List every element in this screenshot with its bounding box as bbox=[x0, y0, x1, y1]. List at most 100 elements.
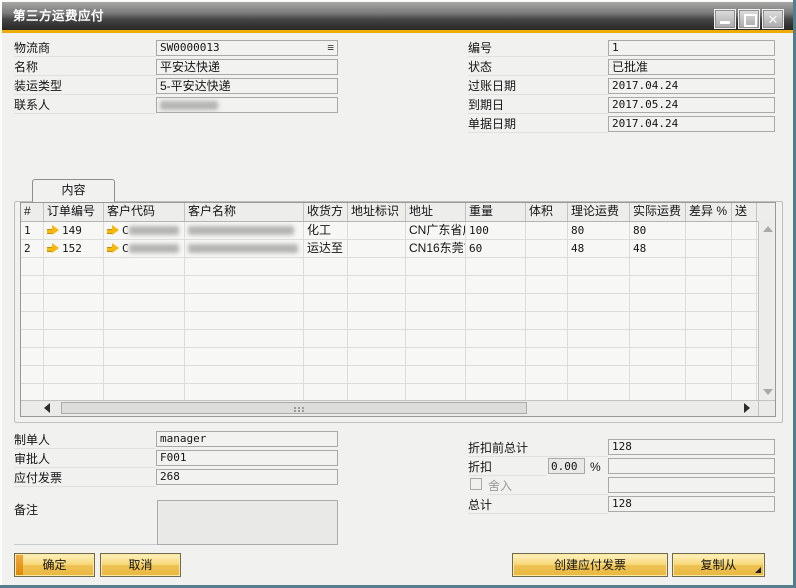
table-cell[interactable] bbox=[185, 348, 304, 365]
maximize-button[interactable] bbox=[738, 9, 760, 29]
table-cell[interactable] bbox=[348, 240, 406, 257]
table-cell[interactable] bbox=[44, 312, 104, 329]
link-arrow-icon[interactable] bbox=[47, 226, 59, 235]
table-cell[interactable] bbox=[304, 294, 348, 311]
column-header-2[interactable]: 客户代码 bbox=[104, 203, 185, 221]
table-cell[interactable] bbox=[304, 366, 348, 383]
table-cell[interactable] bbox=[348, 258, 406, 275]
table-cell[interactable] bbox=[104, 258, 185, 275]
table-cell[interactable] bbox=[44, 294, 104, 311]
minimize-button[interactable] bbox=[714, 9, 736, 29]
table-cell[interactable] bbox=[185, 384, 304, 400]
table-row-empty[interactable] bbox=[21, 348, 775, 366]
table-cell[interactable] bbox=[568, 258, 630, 275]
table-cell[interactable] bbox=[732, 276, 757, 293]
table-cell[interactable] bbox=[526, 330, 568, 347]
name-field[interactable]: 平安达快递 bbox=[156, 59, 338, 75]
table-cell[interactable] bbox=[44, 384, 104, 400]
table-cell[interactable] bbox=[348, 294, 406, 311]
table-cell[interactable] bbox=[348, 330, 406, 347]
column-header-5[interactable]: 地址标识 bbox=[348, 203, 406, 221]
table-cell[interactable] bbox=[466, 276, 526, 293]
table-cell[interactable] bbox=[686, 258, 732, 275]
column-header-3[interactable]: 客户名称 bbox=[185, 203, 304, 221]
table-cell[interactable] bbox=[686, 222, 732, 239]
table-cell[interactable] bbox=[630, 294, 686, 311]
logistics-provider-field[interactable]: SW0000013 ≡ bbox=[156, 40, 338, 56]
table-cell[interactable] bbox=[526, 348, 568, 365]
table-cell[interactable] bbox=[630, 258, 686, 275]
table-cell[interactable] bbox=[686, 240, 732, 257]
approved-by-field[interactable]: F001 bbox=[156, 450, 338, 466]
table-cell[interactable]: C bbox=[104, 222, 185, 239]
table-cell[interactable] bbox=[348, 276, 406, 293]
table-cell[interactable] bbox=[44, 348, 104, 365]
table-cell[interactable]: CN16东莞市 bbox=[406, 240, 466, 257]
table-cell[interactable] bbox=[104, 330, 185, 347]
column-header-9[interactable]: 理论运费 bbox=[568, 203, 630, 221]
table-cell[interactable]: 2 bbox=[21, 240, 44, 257]
link-arrow-icon[interactable] bbox=[47, 244, 59, 253]
column-header-0[interactable]: # bbox=[21, 203, 44, 221]
table-cell[interactable] bbox=[732, 330, 757, 347]
table-cell[interactable] bbox=[686, 330, 732, 347]
discount-percent-input[interactable] bbox=[548, 458, 585, 474]
column-header-1[interactable]: 订单编号 bbox=[44, 203, 104, 221]
table-cell[interactable] bbox=[406, 258, 466, 275]
doc-number-field[interactable]: 1 bbox=[608, 40, 775, 56]
table-cell[interactable] bbox=[732, 348, 757, 365]
table-cell[interactable] bbox=[686, 294, 732, 311]
shipping-type-field[interactable]: 5-平安达快递 bbox=[156, 78, 338, 94]
table-cell[interactable] bbox=[185, 366, 304, 383]
table-cell[interactable]: 152 bbox=[44, 240, 104, 257]
table-cell[interactable] bbox=[348, 222, 406, 239]
table-cell[interactable]: 48 bbox=[630, 240, 686, 257]
table-cell[interactable] bbox=[21, 384, 44, 400]
table-cell[interactable] bbox=[568, 366, 630, 383]
table-cell[interactable]: 1 bbox=[21, 222, 44, 239]
table-cell[interactable] bbox=[304, 312, 348, 329]
tab-contents[interactable]: 内容 bbox=[32, 179, 115, 202]
table-cell[interactable] bbox=[466, 258, 526, 275]
table-cell[interactable] bbox=[44, 330, 104, 347]
table-cell[interactable] bbox=[185, 312, 304, 329]
table-cell[interactable] bbox=[568, 330, 630, 347]
table-cell[interactable] bbox=[732, 240, 757, 257]
table-cell[interactable] bbox=[21, 366, 44, 383]
table-cell[interactable] bbox=[732, 312, 757, 329]
table-cell[interactable] bbox=[686, 366, 732, 383]
table-cell[interactable] bbox=[44, 258, 104, 275]
table-cell[interactable] bbox=[185, 258, 304, 275]
column-header-4[interactable]: 收货方 bbox=[304, 203, 348, 221]
vertical-scrollbar[interactable] bbox=[758, 221, 775, 400]
table-cell[interactable] bbox=[304, 384, 348, 400]
horizontal-scroll-thumb[interactable] bbox=[61, 402, 527, 414]
table-cell[interactable] bbox=[466, 330, 526, 347]
table-cell[interactable] bbox=[630, 348, 686, 365]
table-cell[interactable] bbox=[185, 222, 304, 239]
table-cell[interactable] bbox=[466, 384, 526, 400]
table-cell[interactable] bbox=[104, 276, 185, 293]
table-cell[interactable] bbox=[568, 348, 630, 365]
table-cell[interactable] bbox=[630, 312, 686, 329]
table-row-empty[interactable] bbox=[21, 384, 775, 400]
table-cell[interactable]: 60 bbox=[466, 240, 526, 257]
table-cell[interactable] bbox=[406, 312, 466, 329]
column-header-7[interactable]: 重量 bbox=[466, 203, 526, 221]
table-cell[interactable] bbox=[686, 276, 732, 293]
table-cell[interactable] bbox=[526, 366, 568, 383]
created-by-field[interactable]: manager bbox=[156, 431, 338, 447]
table-row-empty[interactable] bbox=[21, 312, 775, 330]
table-cell[interactable] bbox=[348, 312, 406, 329]
table-cell[interactable]: 运达至 bbox=[304, 240, 348, 257]
table-row[interactable]: 1149C化工CN广东省广1008080 bbox=[21, 222, 775, 240]
horizontal-scrollbar[interactable] bbox=[21, 400, 775, 416]
table-cell[interactable] bbox=[348, 348, 406, 365]
due-date-field[interactable]: 2017.05.24 bbox=[608, 97, 775, 113]
table-cell[interactable] bbox=[185, 330, 304, 347]
create-payable-invoice-button[interactable]: 创建应付发票 bbox=[512, 553, 668, 577]
table-cell[interactable]: C bbox=[104, 240, 185, 257]
table-cell[interactable] bbox=[630, 366, 686, 383]
table-cell[interactable] bbox=[732, 222, 757, 239]
table-cell[interactable] bbox=[21, 294, 44, 311]
